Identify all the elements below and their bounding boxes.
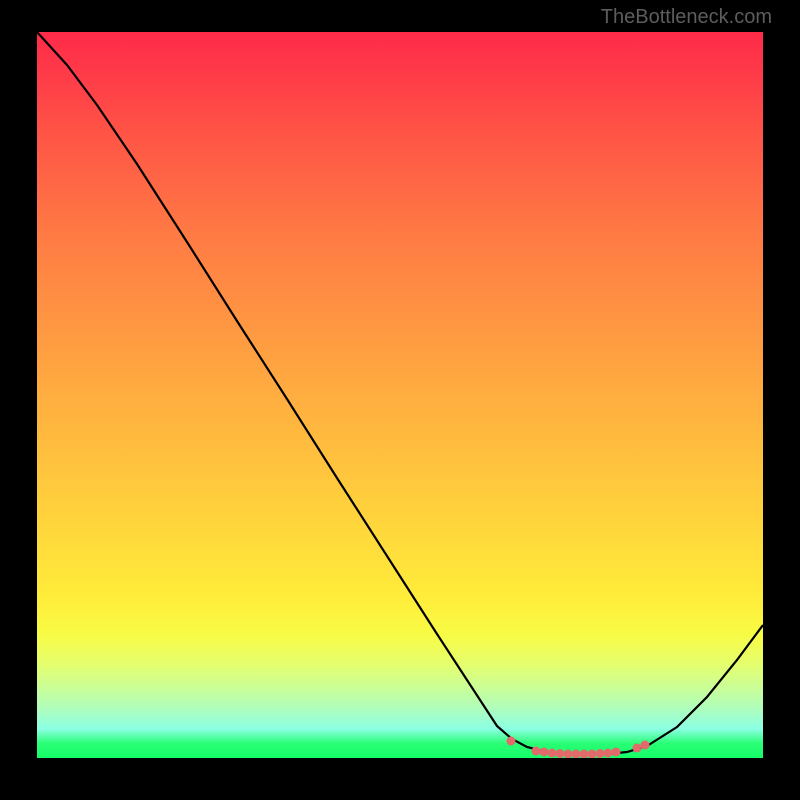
highlight-dot: [507, 737, 516, 746]
highlight-dot: [548, 749, 557, 758]
highlight-dot: [572, 750, 581, 759]
highlight-dot: [596, 749, 605, 758]
curve-svg: [37, 32, 763, 758]
bottleneck-curve: [37, 32, 763, 754]
highlight-dot: [588, 750, 597, 759]
chart-container: TheBottleneck.com: [0, 0, 800, 800]
plot-area: [37, 32, 763, 758]
highlight-dot: [532, 747, 541, 756]
highlight-dot: [540, 748, 549, 757]
watermark-text: TheBottleneck.com: [601, 6, 772, 29]
highlight-dot: [580, 750, 589, 759]
highlight-dot: [564, 750, 573, 759]
highlight-dot: [612, 748, 621, 757]
highlight-dot: [633, 744, 642, 753]
highlight-dot: [641, 741, 650, 750]
highlight-dot: [604, 749, 613, 758]
highlight-dot: [556, 749, 565, 758]
